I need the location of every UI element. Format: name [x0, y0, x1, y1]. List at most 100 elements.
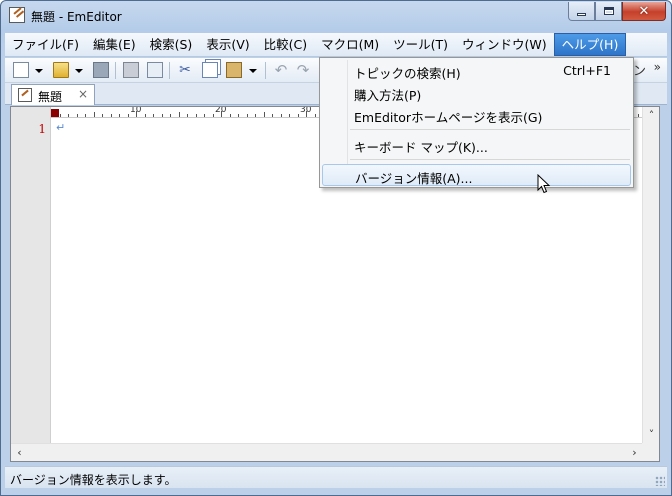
new-file-icon[interactable] [13, 62, 29, 78]
ruler-tick [195, 114, 197, 117]
window-title: 無題 - EmEditor [31, 10, 122, 24]
ruler-tick [127, 114, 129, 117]
toolbar-separator [169, 62, 170, 79]
menu-item-label: EmEditorホームページを表示(G) [354, 110, 543, 125]
minimize-icon [577, 12, 586, 16]
ruler-tick [144, 114, 146, 117]
print-icon[interactable] [123, 62, 139, 78]
ruler-tick [153, 114, 154, 117]
ruler-tick [119, 114, 120, 117]
print-preview-icon[interactable] [147, 62, 163, 78]
open-dropdown-arrow-icon[interactable] [75, 69, 83, 73]
app-window: 無題 - EmEditor ✕ ファイル(F) 編集(E) 検索(S) 表示(V… [0, 0, 672, 496]
menu-item-label: バージョン情報(A)... [355, 171, 473, 186]
ruler-tick [76, 114, 78, 117]
menu-bar: ファイル(F) 編集(E) 検索(S) 表示(V) 比較(C) マクロ(M) ツ… [5, 33, 667, 57]
menu-help[interactable]: ヘルプ(H) [553, 33, 627, 56]
ruler-tick [212, 114, 214, 117]
toolbar-separator [115, 62, 116, 79]
scroll-right-icon[interactable]: › [626, 444, 643, 461]
tab-untitled[interactable]: 無題 × [11, 84, 95, 105]
horizontal-scrollbar[interactable]: ‹ › [11, 443, 643, 461]
menu-compare[interactable]: 比較(C) [257, 33, 314, 56]
scroll-corner [642, 443, 659, 461]
ruler-tick [238, 114, 239, 117]
menu-item-label: トピックの検索(H) [354, 66, 461, 81]
tab-label: 無題 [38, 90, 63, 104]
menu-item-label: 購入方法(P) [354, 88, 422, 103]
ruler-label: 30 [300, 107, 312, 115]
menu-item-search-topics[interactable]: トピックの検索(H) Ctrl+F1 [322, 60, 631, 82]
menu-edit[interactable]: 編集(E) [86, 33, 143, 56]
ruler-caret-marker [51, 109, 59, 117]
menu-view[interactable]: 表示(V) [199, 33, 256, 56]
redo-icon[interactable]: ↷ [295, 62, 311, 78]
menu-window[interactable]: ウィンドウ(W) [455, 33, 554, 56]
ruler-tick [68, 114, 69, 117]
line-number: 1 [38, 122, 46, 136]
toolbar-partial-icon[interactable]: ン [633, 60, 646, 79]
tab-close-icon[interactable]: × [78, 87, 88, 101]
ruler-tick [255, 114, 256, 117]
menu-item-label: キーボード マップ(K)... [354, 140, 488, 155]
vertical-scrollbar[interactable]: ˄ ˅ [642, 107, 659, 443]
menu-item-keyboard-map[interactable]: キーボード マップ(K)... [322, 134, 631, 156]
menu-search[interactable]: 検索(S) [143, 33, 200, 56]
scroll-left-icon[interactable]: ‹ [11, 444, 28, 461]
maximize-button[interactable] [595, 2, 622, 21]
toolbar-overflow-icon[interactable]: » [654, 60, 661, 74]
save-icon[interactable] [93, 62, 109, 78]
line-number-gutter[interactable]: 1 [11, 107, 51, 443]
paste-icon[interactable] [226, 62, 242, 78]
ruler-label: 20 [215, 107, 227, 115]
status-bar: バージョン情報を表示します。 [5, 466, 667, 488]
ruler-tick [229, 114, 231, 117]
menu-separator [350, 129, 630, 130]
end-of-line-mark: ↵ [56, 121, 66, 134]
ruler-tick [246, 114, 248, 117]
new-dropdown-arrow-icon[interactable] [35, 69, 43, 73]
scroll-up-icon[interactable]: ˄ [643, 107, 660, 124]
menu-tools[interactable]: ツール(T) [386, 33, 455, 56]
menu-item-version-info[interactable]: バージョン情報(A)... [322, 164, 631, 186]
menu-file[interactable]: ファイル(F) [5, 33, 86, 56]
status-text: バージョン情報を表示します。 [10, 473, 177, 487]
emeditor-app-icon[interactable] [9, 7, 25, 23]
close-icon: ✕ [638, 3, 650, 19]
menu-macro[interactable]: マクロ(M) [314, 33, 386, 56]
resize-grip-icon[interactable] [655, 476, 665, 486]
ruler-tick [59, 114, 61, 117]
caption-buttons: ✕ [568, 2, 666, 22]
menu-item-shortcut: Ctrl+F1 [563, 63, 611, 78]
help-menu-dropdown: トピックの検索(H) Ctrl+F1 購入方法(P) EmEditorホームペー… [319, 57, 634, 188]
maximize-icon [603, 7, 614, 15]
ruler-tick [289, 114, 290, 117]
scroll-down-icon[interactable]: ˅ [643, 426, 660, 443]
open-folder-icon[interactable] [53, 62, 69, 78]
ruler-tick [93, 112, 95, 117]
ruler-tick [314, 114, 316, 117]
menu-item-how-to-buy[interactable]: 購入方法(P) [322, 82, 631, 104]
ruler-tick [161, 114, 163, 117]
document-icon [18, 88, 32, 102]
copy-icon[interactable] [202, 62, 218, 78]
ruler-tick [187, 114, 188, 117]
close-button[interactable]: ✕ [622, 2, 666, 21]
menu-separator [350, 159, 630, 160]
mouse-pointer-icon [537, 174, 551, 194]
ruler-tick [110, 114, 112, 117]
ruler-tick [297, 114, 299, 117]
ruler-tick [272, 114, 273, 117]
paste-dropdown-arrow-icon[interactable] [249, 69, 257, 73]
undo-icon[interactable]: ↶ [273, 62, 289, 78]
cut-icon[interactable]: ✂ [177, 62, 193, 78]
menu-item-homepage[interactable]: EmEditorホームページを表示(G) [322, 104, 631, 126]
ruler-tick [85, 114, 86, 117]
ruler-tick [263, 112, 265, 117]
title-bar[interactable]: 無題 - EmEditor ✕ [1, 1, 671, 31]
ruler-tick [280, 114, 282, 117]
minimize-button[interactable] [568, 2, 595, 21]
ruler-tick [102, 114, 103, 117]
ruler-tick [178, 112, 180, 117]
ruler-tick [637, 114, 639, 117]
